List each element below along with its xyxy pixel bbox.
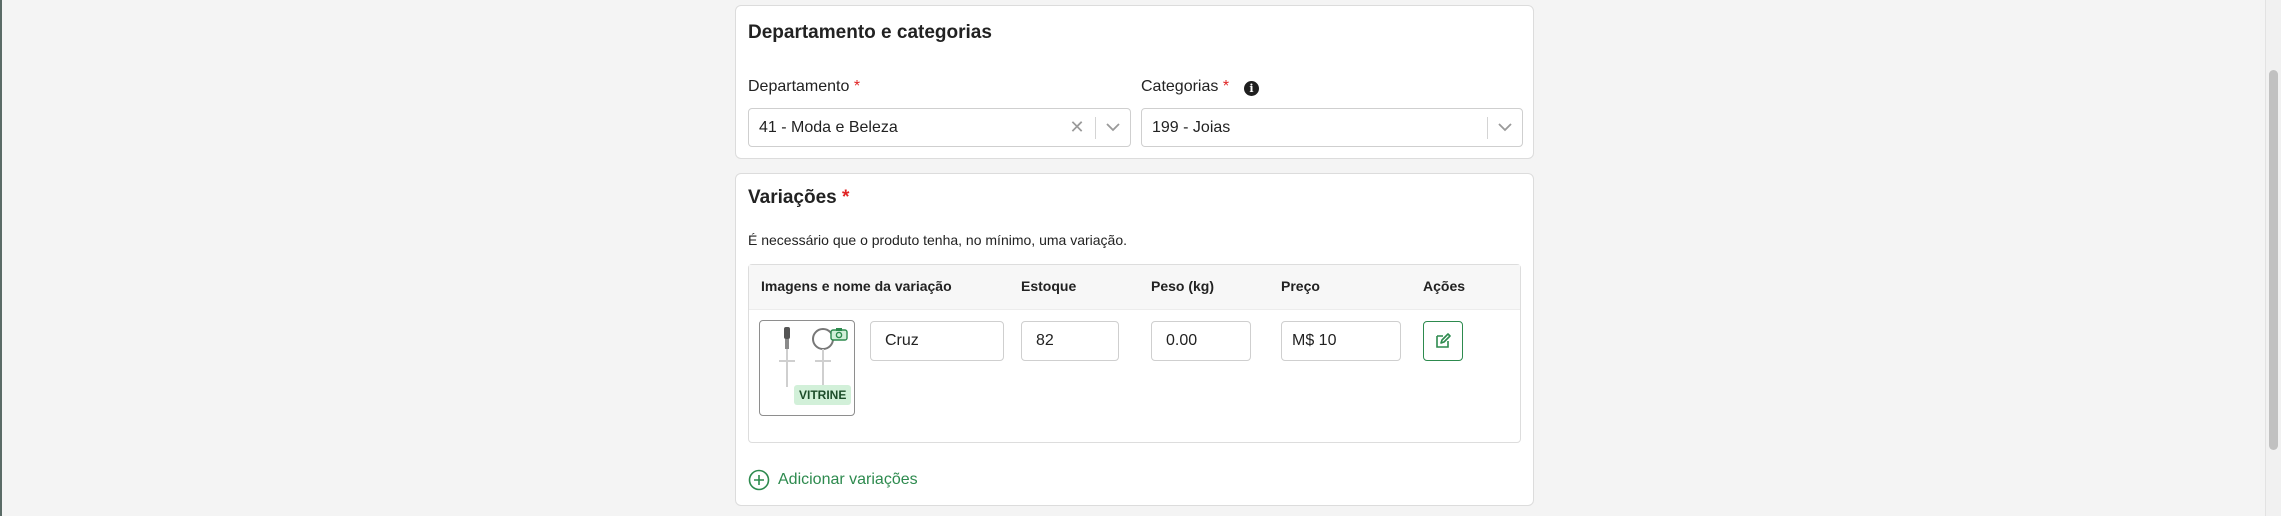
add-variations-label: Adicionar variações <box>778 471 918 488</box>
categories-label-text: Categorias <box>1141 78 1219 95</box>
camera-icon[interactable] <box>830 327 848 346</box>
info-icon[interactable]: i <box>1244 81 1259 96</box>
clear-icon[interactable]: ✕ <box>1065 117 1089 138</box>
variations-description: É necessário que o produto tenha, no mín… <box>748 232 1127 248</box>
variations-section-title: Variações * <box>748 187 849 209</box>
department-section-title: Departamento e categorias <box>748 22 992 43</box>
table-header: Imagens e nome da variação Estoque Peso … <box>749 265 1520 310</box>
showcase-badge: VITRINE <box>794 385 852 405</box>
plus-circle-icon <box>748 469 770 491</box>
variations-card: Variações * É necessário que o produto t… <box>735 173 1534 506</box>
department-select[interactable]: 41 - Moda e Beleza ✕ <box>748 108 1131 147</box>
chevron-down-icon[interactable] <box>1102 123 1124 132</box>
price-input[interactable]: M$ 10 <box>1281 321 1401 361</box>
window-left-edge <box>0 0 2 516</box>
categories-label: Categorias * <box>1141 78 1229 96</box>
column-header: Peso (kg) <box>1151 278 1215 294</box>
scrollbar-thumb[interactable] <box>2269 70 2278 450</box>
variation-name-input[interactable]: Cruz <box>870 321 1004 361</box>
variations-table: Imagens e nome da variação Estoque Peso … <box>748 264 1521 443</box>
edit-variation-button[interactable] <box>1423 321 1463 361</box>
column-header: Preço <box>1281 278 1320 294</box>
categories-select[interactable]: 199 - Joias <box>1141 108 1523 147</box>
required-mark: * <box>842 187 850 208</box>
department-label-text: Departamento <box>748 78 850 95</box>
weight-input[interactable]: 0.00 <box>1151 321 1251 361</box>
chevron-down-icon[interactable] <box>1494 123 1516 132</box>
variations-title-text: Variações <box>748 187 837 208</box>
variation-image[interactable]: VITRINE <box>759 320 855 416</box>
department-label: Departamento * <box>748 78 860 96</box>
edit-icon <box>1436 333 1451 348</box>
select-separator <box>1095 116 1096 139</box>
column-header: Ações <box>1423 278 1466 294</box>
stock-input[interactable]: 82 <box>1021 321 1119 361</box>
column-header: Estoque <box>1021 278 1077 294</box>
required-mark: * <box>853 78 861 95</box>
required-mark: * <box>1222 78 1230 95</box>
department-card: Departamento e categorias Departamento *… <box>735 5 1534 159</box>
department-select-value: 41 - Moda e Beleza <box>759 118 898 136</box>
select-separator <box>1487 116 1488 139</box>
vertical-scrollbar[interactable] <box>2265 0 2281 516</box>
categories-select-value: 199 - Joias <box>1152 118 1231 136</box>
column-header: Imagens e nome da variação <box>761 278 952 294</box>
add-variations-link[interactable]: Adicionar variações <box>748 469 918 491</box>
